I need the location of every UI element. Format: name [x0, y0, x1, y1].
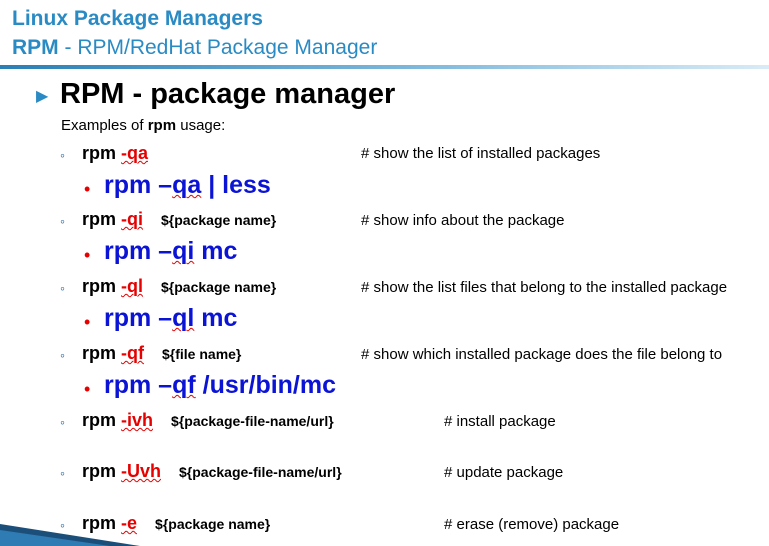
- command-arg: ${package-file-name/url}: [171, 413, 334, 429]
- example-command: rpm –ql mc: [104, 304, 237, 333]
- command-flag: -ql: [121, 276, 144, 296]
- ring-icon: ◦: [60, 347, 65, 363]
- command-line: rpm -qf ${file name}: [82, 343, 241, 364]
- example-flag: qa: [172, 171, 202, 199]
- command-comment: # install package: [444, 413, 556, 430]
- ring-icon: ◦: [60, 465, 65, 481]
- command-arg: ${package name}: [161, 212, 277, 228]
- slide-title: Linux Package Managers: [12, 7, 263, 30]
- example-flag: qf: [172, 371, 196, 399]
- command-flag: -ivh: [121, 410, 154, 430]
- corner-decoration: [0, 524, 140, 546]
- header-divider: [0, 65, 769, 69]
- command-comment: # show the list of installed packages: [361, 145, 601, 162]
- example-suffix: /usr/bin/mc: [195, 371, 337, 399]
- examples-intro: Examples of rpm usage:: [61, 117, 225, 134]
- command-text: rpm: [82, 410, 122, 430]
- command-comment: # erase (remove) package: [444, 516, 620, 533]
- triangle-right-icon: ▶: [36, 88, 49, 105]
- command-line: rpm -ivh ${package-file-name/url}: [82, 410, 334, 431]
- subtitle-bold: RPM: [12, 36, 59, 59]
- dot-icon: •: [84, 379, 91, 399]
- example-suffix: | less: [201, 171, 271, 199]
- command-flag: -qi: [121, 209, 144, 229]
- command-text: rpm: [82, 143, 122, 163]
- dot-icon: •: [84, 245, 91, 265]
- command-text: rpm: [82, 209, 122, 229]
- command-arg: ${package-file-name/url}: [179, 464, 342, 480]
- ring-icon: ◦: [60, 414, 65, 430]
- example-prefix: rpm –: [104, 304, 173, 332]
- example-prefix: rpm –: [104, 237, 173, 265]
- examples-prefix: Examples of: [61, 117, 148, 134]
- command-comment: # show info about the package: [361, 212, 565, 229]
- example-flag: ql: [172, 304, 195, 332]
- ring-icon: ◦: [60, 213, 65, 229]
- example-suffix: mc: [194, 304, 238, 332]
- example-command: rpm –qi mc: [104, 237, 237, 266]
- command-comment: # show which installed package does the …: [361, 346, 723, 363]
- command-arg: ${package name}: [161, 279, 277, 295]
- dot-icon: •: [84, 312, 91, 332]
- command-line: rpm -ql ${package name}: [82, 276, 276, 297]
- example-command: rpm –qa | less: [104, 171, 271, 200]
- command-line: rpm -Uvh ${package-file-name/url}: [82, 461, 342, 482]
- command-flag: -Uvh: [121, 461, 162, 481]
- command-text: rpm: [82, 461, 122, 481]
- example-prefix: rpm –: [104, 171, 173, 199]
- example-flag: qi: [172, 237, 195, 265]
- example-command: rpm –qf /usr/bin/mc: [104, 371, 336, 400]
- command-flag: -qf: [121, 343, 144, 363]
- dot-icon: •: [84, 179, 91, 199]
- command-arg: ${package name}: [155, 516, 271, 532]
- example-suffix: mc: [194, 237, 238, 265]
- slide-subtitle: RPM - RPM/RedHat Package Manager: [12, 36, 377, 60]
- command-line: rpm -qi ${package name}: [82, 209, 276, 230]
- main-heading: RPM - package manager: [60, 78, 396, 110]
- command-text: rpm: [82, 343, 122, 363]
- slide: Linux Package Managers RPM - RPM/RedHat …: [0, 0, 769, 546]
- subtitle-rest: - RPM/RedHat Package Manager: [58, 36, 378, 59]
- examples-suffix: usage:: [176, 117, 226, 134]
- command-text: rpm: [82, 276, 122, 296]
- command-arg: ${file name}: [162, 346, 242, 362]
- ring-icon: ◦: [60, 280, 65, 296]
- ring-icon: ◦: [60, 147, 65, 163]
- examples-bold: rpm: [147, 117, 177, 134]
- command-comment: # show the list files that belong to the…: [361, 279, 728, 296]
- command-line: rpm -qa: [82, 143, 148, 164]
- command-flag: -qa: [121, 143, 149, 163]
- command-comment: # update package: [444, 464, 564, 481]
- example-prefix: rpm –: [104, 371, 173, 399]
